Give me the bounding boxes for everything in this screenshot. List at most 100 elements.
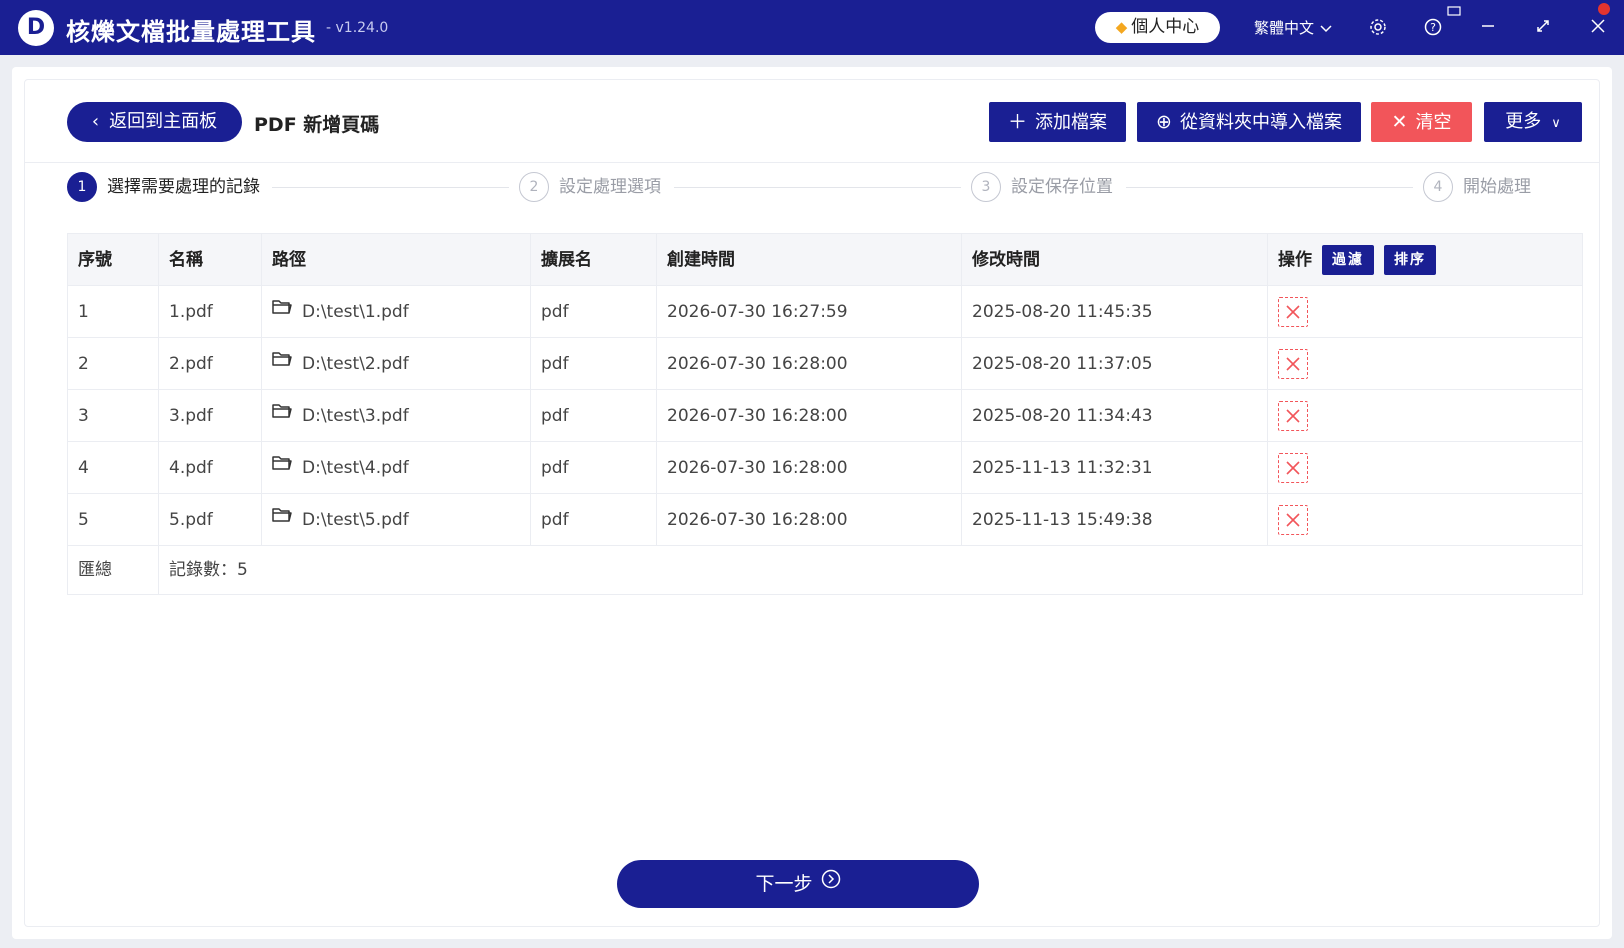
step-1-label: 選擇需要處理的記錄 xyxy=(107,177,260,197)
row-created: 2026-07-30 16:28:00 xyxy=(657,390,962,441)
page-title: PDF 新增頁碼 xyxy=(254,114,380,136)
row-created: 2026-07-30 16:28:00 xyxy=(657,442,962,493)
message-icon[interactable] xyxy=(1444,4,1464,24)
footer-label: 匯總 xyxy=(68,546,159,594)
header-name[interactable]: 名稱 xyxy=(159,234,262,285)
folder-icon[interactable] xyxy=(272,284,292,336)
file-table: 序號 名稱 路徑 擴展名 創建時間 修改時間 操作 過濾 排序 1 1.pdf D:… xyxy=(67,233,1583,595)
app-title: 核爍文檔批量處理工具 xyxy=(66,18,316,46)
step-connector xyxy=(674,187,961,188)
import-folder-button[interactable]: ⊕ 從資料夾中導入檔案 xyxy=(1137,102,1361,142)
close-icon xyxy=(1286,461,1300,475)
row-extension: pdf xyxy=(531,338,657,389)
back-to-main-label: 返回到主面板 xyxy=(109,111,218,132)
next-step-button[interactable]: 下一步 xyxy=(617,860,979,908)
close-icon xyxy=(1286,305,1300,319)
step-4-number: 4 xyxy=(1423,172,1453,202)
more-button[interactable]: 更多 ∨ xyxy=(1484,102,1582,142)
table-header-row: 序號 名稱 路徑 擴展名 創建時間 修改時間 操作 過濾 排序 xyxy=(68,234,1582,286)
sort-button[interactable]: 排序 xyxy=(1384,245,1436,275)
row-path-text: D:\test\1.pdf xyxy=(302,302,409,322)
row-path-text: D:\test\3.pdf xyxy=(302,406,409,426)
delete-row-button[interactable] xyxy=(1278,297,1308,327)
chevron-down-icon: ∨ xyxy=(1551,116,1561,131)
minimize-icon[interactable] xyxy=(1474,13,1502,41)
row-index: 1 xyxy=(68,286,159,337)
close-icon xyxy=(1286,357,1300,371)
close-icon[interactable] xyxy=(1584,13,1612,41)
row-created: 2026-07-30 16:28:00 xyxy=(657,338,962,389)
row-modified: 2025-08-20 11:37:05 xyxy=(962,338,1268,389)
app-logo-letter: D xyxy=(26,15,46,40)
folder-icon[interactable] xyxy=(272,440,292,492)
table-row[interactable]: 5 5.pdf D:\test\5.pdf pdf 2026-07-30 16:… xyxy=(68,494,1582,546)
step-3-label: 設定保存位置 xyxy=(1011,177,1113,197)
delete-row-button[interactable] xyxy=(1278,401,1308,431)
help-icon[interactable]: ? xyxy=(1419,13,1447,41)
header-index[interactable]: 序號 xyxy=(68,234,159,285)
language-select[interactable]: 繁體中文 xyxy=(1254,17,1332,38)
row-path: D:\test\1.pdf xyxy=(262,286,531,337)
folder-icon[interactable] xyxy=(272,336,292,388)
row-created: 2026-07-30 16:27:59 xyxy=(657,286,962,337)
row-path: D:\test\2.pdf xyxy=(262,338,531,389)
step-4-label: 開始處理 xyxy=(1463,177,1531,197)
filter-button[interactable]: 過濾 xyxy=(1322,245,1374,275)
add-file-label: 添加檔案 xyxy=(1035,112,1107,133)
add-file-button[interactable]: ＋ 添加檔案 xyxy=(989,102,1126,142)
table-footer-row: 匯總 記錄數：5 xyxy=(68,546,1582,594)
main-panel: ‹ 返回到主面板 PDF 新增頁碼 ＋ 添加檔案 ⊕ 從資料夾中導入檔案 ✕ 清空 更多… xyxy=(24,79,1600,927)
x-icon: ✕ xyxy=(1391,111,1408,133)
delete-row-button[interactable] xyxy=(1278,349,1308,379)
table-row[interactable]: 2 2.pdf D:\test\2.pdf pdf 2026-07-30 16:… xyxy=(68,338,1582,390)
row-modified: 2025-11-13 11:32:31 xyxy=(962,442,1268,493)
row-extension: pdf xyxy=(531,286,657,337)
row-actions xyxy=(1268,338,1582,389)
row-name: 4.pdf xyxy=(159,442,262,493)
settings-gear-icon[interactable] xyxy=(1364,13,1392,41)
personal-center-label: 個人中心 xyxy=(1131,17,1200,37)
step-4: 4 開始處理 xyxy=(1423,172,1573,202)
row-index: 4 xyxy=(68,442,159,493)
circle-arrow-right-icon xyxy=(821,859,841,907)
divider xyxy=(25,162,1599,163)
row-modified: 2025-08-20 11:45:35 xyxy=(962,286,1268,337)
next-step-label: 下一步 xyxy=(755,873,813,895)
table-row[interactable]: 4 4.pdf D:\test\4.pdf pdf 2026-07-30 16:… xyxy=(68,442,1582,494)
header-modified[interactable]: 修改時間 xyxy=(962,234,1268,285)
maximize-icon[interactable] xyxy=(1529,13,1557,41)
delete-row-button[interactable] xyxy=(1278,453,1308,483)
row-modified: 2025-08-20 11:34:43 xyxy=(962,390,1268,441)
row-modified: 2025-11-13 15:49:38 xyxy=(962,494,1268,545)
clear-button[interactable]: ✕ 清空 xyxy=(1371,102,1472,142)
row-path: D:\test\3.pdf xyxy=(262,390,531,441)
table-row[interactable]: 1 1.pdf D:\test\1.pdf pdf 2026-07-30 16:… xyxy=(68,286,1582,338)
row-path-text: D:\test\2.pdf xyxy=(302,354,409,374)
table-row[interactable]: 3 3.pdf D:\test\3.pdf pdf 2026-07-30 16:… xyxy=(68,390,1582,442)
row-name: 3.pdf xyxy=(159,390,262,441)
header-actions-label: 操作 xyxy=(1278,250,1312,270)
header-created[interactable]: 創建時間 xyxy=(657,234,962,285)
header-path[interactable]: 路徑 xyxy=(262,234,531,285)
content-area: ‹ 返回到主面板 PDF 新增頁碼 ＋ 添加檔案 ⊕ 從資料夾中導入檔案 ✕ 清空 更多… xyxy=(12,67,1612,939)
more-label: 更多 xyxy=(1505,111,1542,132)
diamond-icon: ◆ xyxy=(1115,18,1128,36)
step-1-number: 1 xyxy=(67,172,97,202)
folder-icon[interactable] xyxy=(272,388,292,440)
chevron-down-icon xyxy=(1320,22,1332,36)
step-1: 1 選擇需要處理的記錄 xyxy=(67,172,267,202)
import-folder-label: 從資料夾中導入檔案 xyxy=(1179,112,1342,133)
step-2-label: 設定處理選項 xyxy=(559,177,661,197)
row-path-text: D:\test\5.pdf xyxy=(302,510,409,530)
personal-center-button[interactable]: ◆ 個人中心 xyxy=(1095,12,1220,43)
step-2: 2 設定處理選項 xyxy=(519,172,669,202)
row-extension: pdf xyxy=(531,442,657,493)
back-to-main-button[interactable]: ‹ 返回到主面板 xyxy=(67,102,242,142)
step-3: 3 設定保存位置 xyxy=(971,172,1121,202)
folder-icon[interactable] xyxy=(272,492,292,544)
close-icon xyxy=(1286,409,1300,423)
delete-row-button[interactable] xyxy=(1278,505,1308,535)
header-actions: 操作 過濾 排序 xyxy=(1268,234,1582,285)
header-extension[interactable]: 擴展名 xyxy=(531,234,657,285)
row-actions xyxy=(1268,442,1582,493)
